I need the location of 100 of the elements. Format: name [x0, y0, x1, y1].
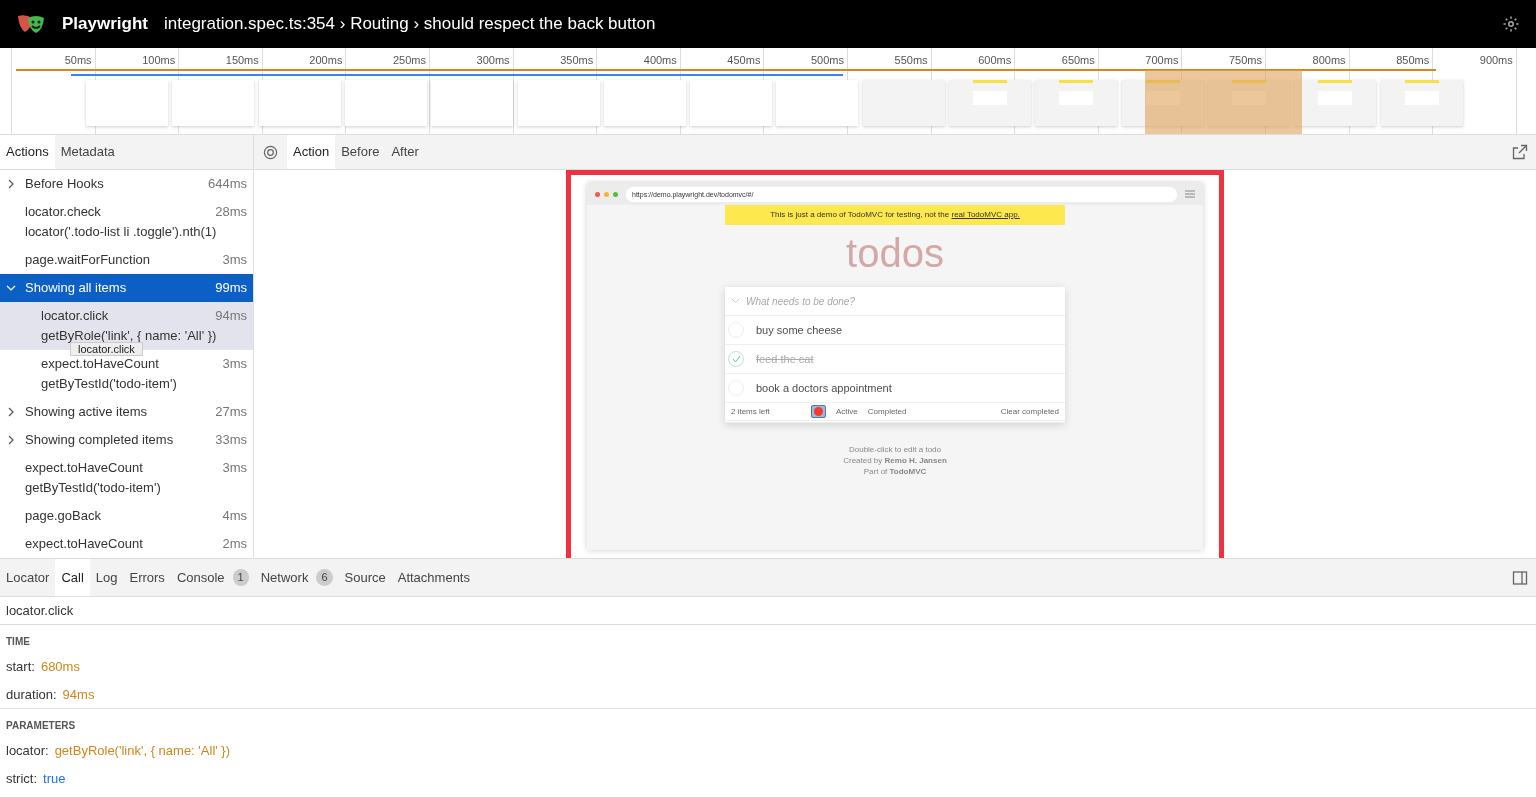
snapshot-thumbnail[interactable]: [1380, 80, 1463, 126]
tick-label: 150ms: [224, 53, 259, 68]
tick-label: 900ms: [1478, 53, 1513, 68]
todo-text: buy some cheese: [756, 322, 843, 338]
tab[interactable]: Before: [335, 135, 386, 169]
snapshot-thumbnail[interactable]: [172, 80, 255, 126]
tab[interactable]: Attachments: [391, 559, 476, 596]
snapshot-thumbnail[interactable]: [1035, 80, 1118, 126]
snapshot-thumbnail[interactable]: [776, 80, 859, 126]
footer-info: Created by Remo H. Jansen: [843, 456, 947, 466]
action-duration: 2ms: [222, 535, 247, 554]
tick-label: 750ms: [1227, 53, 1262, 68]
snapshot-thumbnail[interactable]: [603, 80, 686, 126]
banner-text: This is just a demo of TodoMVC for testing, not the: [770, 210, 951, 219]
param-name: start:: [6, 658, 35, 677]
action-row[interactable]: Showing completed items 33ms: [0, 426, 253, 454]
footer-info: Double-click to edit a todo: [848, 445, 942, 455]
action-row[interactable]: locator.check 28ms locator('.todo-list li .toggle').nth(1): [0, 198, 253, 246]
action-row[interactable]: page.goBack 4ms: [0, 502, 253, 530]
snapshot-thumbnail[interactable]: [949, 80, 1031, 126]
tab[interactable]: Locator: [0, 559, 56, 596]
tab[interactable]: Errors: [123, 559, 171, 596]
settings-icon[interactable]: [1502, 15, 1520, 33]
tick-label: 200ms: [308, 53, 343, 68]
snapshot-thumbnail[interactable]: [1121, 80, 1204, 126]
snapshot-thumbnail[interactable]: [690, 80, 773, 126]
tab[interactable]: Source: [338, 559, 392, 596]
action-locator: getByTestId('todo-item'): [40, 375, 178, 393]
clear-completed-link[interactable]: Clear completed: [1000, 405, 1059, 418]
chevron-right-icon[interactable]: [6, 179, 16, 189]
tick-label: 100ms: [141, 53, 176, 68]
panel-layout-icon[interactable]: [1512, 569, 1528, 586]
action-title: expect.toHaveCount: [25, 459, 144, 478]
param-value: true: [43, 770, 66, 789]
snapshot-thumbnail[interactable]: [517, 80, 600, 126]
action-duration: 27ms: [215, 403, 247, 422]
chevron-right-icon[interactable]: [6, 435, 16, 445]
todo-text: feed the cat: [756, 351, 814, 367]
app-heading: todos: [845, 230, 945, 277]
call-title: locator.click: [6, 601, 74, 620]
action-title: page.goBack: [25, 507, 102, 526]
chevron-right-icon[interactable]: [6, 407, 16, 417]
param-value: 680ms: [40, 658, 80, 677]
filter-link[interactable]: Completed: [867, 405, 907, 418]
tab[interactable]: Action: [287, 135, 336, 169]
action-row[interactable]: Before Hooks 644ms: [0, 170, 253, 198]
tab[interactable]: Call: [55, 559, 90, 596]
action-row[interactable]: Showing all items 99ms: [0, 274, 253, 302]
tick-label: 650ms: [1060, 53, 1095, 68]
action-title: locator.check: [25, 203, 102, 222]
tab[interactable]: After: [385, 135, 425, 169]
action-duration: 28ms: [215, 203, 247, 222]
items-left-count: 2 items left: [731, 405, 771, 418]
action-duration: 4ms: [222, 507, 247, 526]
action-title: Showing active items: [25, 403, 149, 422]
action-title: expect.toHaveCount: [41, 355, 160, 374]
tab[interactable]: Actions: [0, 135, 55, 169]
param-value: 94ms: [62, 685, 95, 704]
chevron-down-icon[interactable]: [6, 283, 16, 293]
snapshot-thumbnail[interactable]: [1207, 80, 1290, 126]
snapshot-thumbnail[interactable]: [86, 80, 168, 126]
action-row[interactable]: expect.toHaveCount 2ms: [0, 530, 253, 558]
action-row[interactable]: page.waitForFunction 3ms: [0, 246, 253, 274]
action-locator: locator('.todo-list li .toggle').nth(1): [24, 223, 218, 241]
new-todo-field[interactable]: What needs to be done?: [746, 293, 1065, 309]
tab[interactable]: Metadata: [54, 135, 121, 169]
tick-label: 600ms: [977, 53, 1012, 68]
snapshot-thumbnail[interactable]: [258, 80, 341, 126]
tick-label: 550ms: [893, 53, 928, 68]
target-icon[interactable]: [263, 144, 278, 160]
banner-link[interactable]: real TodoMVC app.: [951, 210, 1020, 219]
snapshot-thumbnail[interactable]: [344, 80, 427, 126]
count-badge: 1: [232, 569, 249, 586]
tick-label: 400ms: [642, 53, 677, 68]
snapshot-thumbnail[interactable]: [431, 80, 514, 126]
param-name: duration:: [6, 685, 57, 704]
footer-info: Part of TodoMVC: [863, 467, 927, 477]
action-title: Before Hooks: [25, 175, 105, 194]
tab[interactable]: Network 6: [254, 559, 339, 596]
click-marker-icon: [811, 405, 826, 418]
action-row[interactable]: Showing active items 27ms: [0, 398, 253, 426]
snapshot-thumbnail[interactable]: [862, 80, 945, 126]
open-external-icon[interactable]: [1512, 144, 1528, 160]
tick-label: 250ms: [391, 53, 426, 68]
tab[interactable]: Log: [89, 559, 124, 596]
action-duration: 3ms: [222, 251, 247, 270]
timeline[interactable]: 50ms 100ms 150ms 200ms 250ms 300ms 350ms 400ms 450ms 500ms 550ms 600ms 650ms 700ms 750ms 800ms 850ms 900ms: [0, 48, 1536, 135]
action-row[interactable]: expect.toHaveCount 3ms getByTestId('todo-item'): [0, 454, 253, 502]
param-value: getByRole('link', { name: 'All' }): [54, 742, 231, 761]
action-locator: getByTestId('todo-item'): [24, 479, 162, 497]
tick-label: 800ms: [1311, 53, 1346, 68]
action-duration: 94ms: [215, 307, 247, 326]
tab[interactable]: Console 1: [170, 559, 255, 596]
menu-icon[interactable]: [1185, 190, 1195, 198]
param-name: locator:: [6, 742, 49, 761]
snapshot-thumbnail[interactable]: [1294, 80, 1377, 126]
count-badge: 6: [316, 569, 333, 586]
tick-label: 300ms: [475, 53, 510, 68]
action-title: Showing completed items: [25, 431, 175, 450]
filter-link[interactable]: Active: [836, 405, 858, 418]
